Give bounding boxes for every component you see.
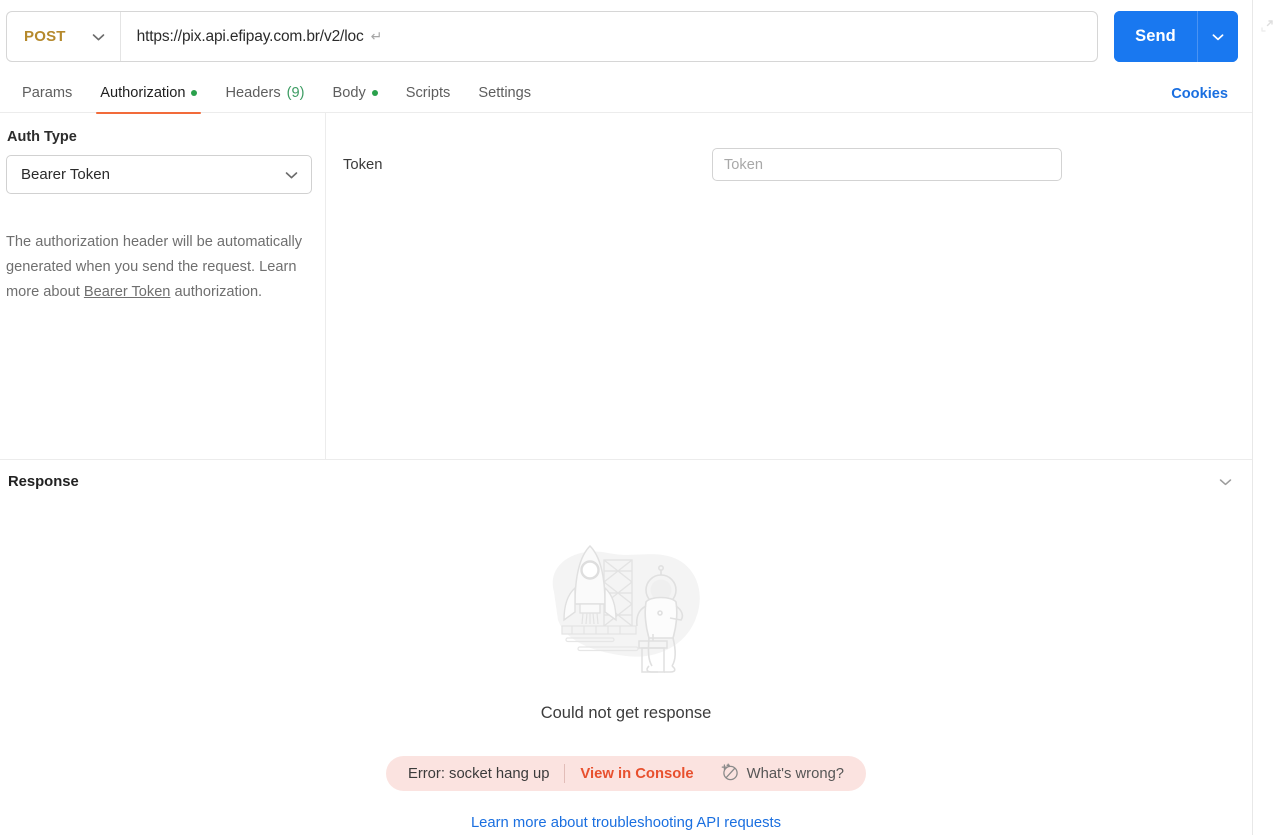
bearer-token-link[interactable]: Bearer Token: [84, 284, 171, 300]
url-return-glyph: ↵: [370, 28, 383, 44]
tab-label: Params: [22, 85, 73, 101]
tab-label: Headers: [225, 85, 281, 101]
chevron-down-icon: [1219, 473, 1232, 491]
authorization-panel: Auth Type Bearer Token The authorization…: [0, 113, 1252, 459]
error-divider: [564, 764, 566, 783]
auth-fields-column: Token: [326, 113, 1252, 459]
error-banner: Error: socket hang up View in Console Wh…: [385, 756, 867, 791]
postman-request-view: POST https://pix.api.efipay.com.br/v2/lo…: [0, 0, 1281, 835]
tab-status-dot: [191, 90, 198, 96]
request-url-row: POST https://pix.api.efipay.com.br/v2/lo…: [6, 11, 1246, 63]
cookies-link[interactable]: Cookies: [1171, 74, 1228, 113]
tab-body[interactable]: Body: [318, 74, 391, 113]
view-in-console-link[interactable]: View in Console: [580, 766, 693, 782]
helper-suffix: authorization.: [170, 284, 263, 300]
tab-authorization[interactable]: Authorization: [86, 74, 211, 114]
tab-label: Authorization: [100, 85, 186, 101]
auth-type-select[interactable]: Bearer Token: [6, 155, 312, 194]
expand-diagonal-icon[interactable]: [1259, 18, 1275, 34]
token-label: Token: [343, 156, 383, 173]
whats-wrong-label: What's wrong?: [746, 765, 845, 782]
method-selector[interactable]: POST: [7, 12, 121, 61]
tab-status-dot: [371, 90, 378, 96]
url-bar: POST https://pix.api.efipay.com.br/v2/lo…: [6, 11, 1098, 62]
tab-params[interactable]: Params: [8, 74, 86, 113]
tab-headers[interactable]: Headers (9): [211, 74, 318, 113]
sparkle-circle-icon: [720, 762, 739, 786]
response-empty-state: Could not get response Error: socket han…: [0, 503, 1252, 835]
whats-wrong-button[interactable]: What's wrong?: [720, 762, 844, 786]
auth-type-column: Auth Type Bearer Token The authorization…: [0, 113, 326, 459]
response-header: Response: [0, 460, 1252, 503]
tab-settings[interactable]: Settings: [464, 74, 545, 113]
auth-type-label: Auth Type: [7, 129, 77, 145]
token-input[interactable]: [712, 148, 1062, 181]
request-tabs: Params Authorization Headers (9) Body Sc…: [0, 74, 1252, 114]
send-button-group: Send: [1114, 11, 1238, 62]
chevron-down-icon: [92, 28, 105, 46]
url-input-wrapper[interactable]: https://pix.api.efipay.com.br/v2/loc ↵: [121, 12, 1097, 61]
send-options-button[interactable]: [1198, 11, 1238, 62]
response-title: Response: [8, 473, 79, 490]
response-collapse-button[interactable]: [1216, 473, 1234, 491]
send-button[interactable]: Send: [1114, 11, 1197, 62]
error-message: Error: socket hang up: [407, 765, 550, 782]
auth-helper-text: The authorization header will be automat…: [6, 230, 306, 305]
tab-label: Scripts: [405, 85, 451, 101]
token-row: Token: [343, 148, 1269, 181]
method-label: POST: [24, 28, 66, 45]
tab-label: Settings: [478, 85, 532, 101]
troubleshooting-link[interactable]: Learn more about troubleshooting API req…: [471, 815, 781, 831]
right-sidebar-rail: [1252, 0, 1281, 835]
tab-count: (9): [286, 85, 305, 101]
chevron-down-icon: [1212, 29, 1224, 44]
response-empty-message: Could not get response: [540, 704, 712, 722]
auth-type-value: Bearer Token: [21, 166, 110, 183]
rocket-astronaut-illustration: [552, 544, 700, 673]
url-text: https://pix.api.efipay.com.br/v2/loc: [136, 27, 364, 45]
tab-label: Body: [332, 85, 366, 101]
tab-scripts[interactable]: Scripts: [392, 74, 465, 113]
chevron-down-icon: [285, 166, 298, 184]
